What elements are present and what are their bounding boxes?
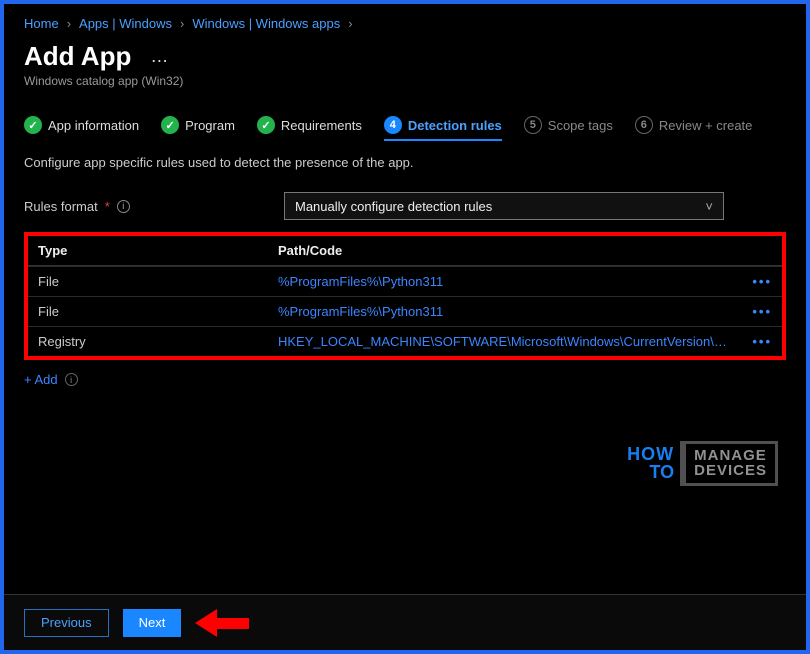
row-context-menu-button[interactable]: ••• — [736, 274, 772, 289]
info-icon[interactable]: i — [117, 200, 130, 213]
step-label: Detection rules — [408, 118, 502, 133]
cell-path[interactable]: %ProgramFiles%\Python311 — [278, 304, 736, 319]
watermark-text: DEVICES — [694, 463, 767, 479]
more-menu-button[interactable]: … — [147, 46, 171, 67]
step-requirements[interactable]: ✓ Requirements — [257, 116, 362, 141]
info-icon[interactable]: i — [65, 373, 78, 386]
step-label: App information — [48, 118, 139, 133]
row-context-menu-button[interactable]: ••• — [736, 334, 772, 349]
cell-type: File — [38, 274, 278, 289]
step-label: Scope tags — [548, 118, 613, 133]
step-detection-rules[interactable]: 4 Detection rules — [384, 116, 502, 141]
table-row: File %ProgramFiles%\Python311 ••• — [28, 296, 782, 326]
required-indicator: * — [105, 199, 110, 214]
add-rule-label: + Add — [24, 372, 58, 387]
step-number-icon: 6 — [635, 116, 653, 134]
check-icon: ✓ — [24, 116, 42, 134]
wizard-footer: Previous Next — [4, 594, 806, 650]
step-program[interactable]: ✓ Program — [161, 116, 235, 141]
chevron-right-icon: › — [67, 16, 71, 31]
cell-path[interactable]: %ProgramFiles%\Python311 — [278, 274, 736, 289]
wizard-stepper: ✓ App information ✓ Program ✓ Requiremen… — [24, 116, 786, 141]
step-review-create[interactable]: 6 Review + create — [635, 116, 753, 141]
breadcrumb-item-home[interactable]: Home — [24, 16, 59, 31]
page-title: Add App — [24, 41, 131, 72]
table-row: File %ProgramFiles%\Python311 ••• — [28, 266, 782, 296]
table-row: Registry HKEY_LOCAL_MACHINE\SOFTWARE\Mic… — [28, 326, 782, 356]
step-number-icon: 5 — [524, 116, 542, 134]
chevron-down-icon: ˅ — [705, 199, 713, 214]
step-scope-tags[interactable]: 5 Scope tags — [524, 116, 613, 141]
rules-format-select[interactable]: Manually configure detection rules ˅ — [284, 192, 724, 220]
check-icon: ✓ — [257, 116, 275, 134]
rules-format-row: Rules format * i Manually configure dete… — [24, 192, 786, 220]
help-text: Configure app specific rules used to det… — [24, 155, 786, 170]
next-button[interactable]: Next — [123, 609, 182, 637]
check-icon: ✓ — [161, 116, 179, 134]
cell-path[interactable]: HKEY_LOCAL_MACHINE\SOFTWARE\Microsoft\Wi… — [278, 334, 736, 349]
breadcrumb-item-apps-windows[interactable]: Apps | Windows — [79, 16, 172, 31]
cell-type: Registry — [38, 334, 278, 349]
watermark-text: HOW — [627, 445, 674, 463]
annotation-arrow-icon — [195, 609, 249, 637]
step-label: Review + create — [659, 118, 753, 133]
step-app-information[interactable]: ✓ App information — [24, 116, 139, 141]
page-subtitle: Windows catalog app (Win32) — [24, 74, 786, 88]
row-context-menu-button[interactable]: ••• — [736, 304, 772, 319]
chevron-right-icon: › — [348, 16, 352, 31]
step-label: Requirements — [281, 118, 362, 133]
add-rule-link[interactable]: + Add i — [24, 372, 78, 387]
rules-format-label: Rules format — [24, 199, 98, 214]
watermark-text: TO — [627, 463, 674, 481]
chevron-right-icon: › — [180, 16, 184, 31]
previous-button[interactable]: Previous — [24, 609, 109, 637]
cell-type: File — [38, 304, 278, 319]
breadcrumb: Home › Apps | Windows › Windows | Window… — [24, 16, 786, 31]
step-label: Program — [185, 118, 235, 133]
column-header-type: Type — [38, 243, 278, 258]
breadcrumb-item-windows-apps[interactable]: Windows | Windows apps — [192, 16, 340, 31]
column-header-path: Path/Code — [278, 243, 736, 258]
table-header: Type Path/Code — [28, 236, 782, 266]
watermark-logo: HOW TO MANAGE DEVICES — [627, 441, 778, 487]
detection-rules-table: Type Path/Code File %ProgramFiles%\Pytho… — [24, 232, 786, 360]
watermark-text: MANAGE — [694, 448, 767, 464]
step-number-icon: 4 — [384, 116, 402, 134]
select-value: Manually configure detection rules — [295, 199, 492, 214]
